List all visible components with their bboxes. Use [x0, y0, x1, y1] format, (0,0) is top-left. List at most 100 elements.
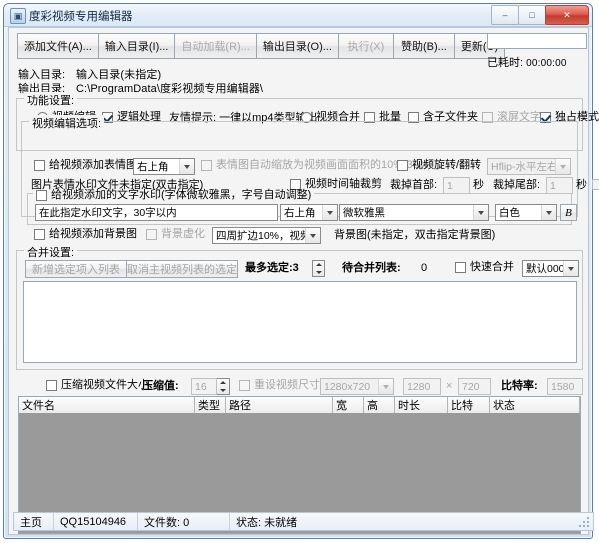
checkbox-rotate-flip[interactable]: 视频旋转/翻转: [397, 160, 481, 171]
sponsor-button[interactable]: 赞助(B)...: [393, 33, 455, 59]
emoji-position-combo[interactable]: 右上角: [133, 158, 195, 175]
trim-head-label: 裁掉首部:: [390, 180, 437, 191]
checkbox-resize-video-label: 重设视频尺寸: [254, 380, 320, 391]
status-qq: QQ15104946: [54, 513, 138, 530]
spinner-down-icon[interactable]: [313, 269, 324, 277]
width-input[interactable]: 1280: [403, 378, 441, 395]
checkbox-compress-file-size[interactable]: 压缩视频文件大小: [46, 380, 149, 391]
resize-grip-icon[interactable]: [579, 517, 591, 529]
spinner-down-icon[interactable]: [217, 387, 229, 395]
pending-merge-count: 0: [421, 263, 427, 274]
video-options-title: 视频编辑选项:: [29, 115, 104, 131]
checkbox-emoji-autoscale[interactable]: 表情图自动缩放为视频画面面积的10%-30%: [201, 160, 429, 171]
watermark-text-input[interactable]: 在此指定水印文字，30字以内: [35, 204, 278, 221]
window-controls: – □ ✕: [492, 5, 589, 25]
compress-value-input[interactable]: 16: [191, 378, 217, 395]
watermark-font-combo[interactable]: 微软雅黑: [339, 204, 489, 221]
auto-load-button[interactable]: 自动加载(R)...: [174, 33, 256, 59]
function-settings-title: 功能设置:: [24, 92, 77, 108]
app-icon: ▣: [10, 8, 26, 24]
emoji-position-value: 右上角: [134, 159, 179, 174]
checkbox-compress-file-size-label: 压缩视频文件大小: [61, 380, 149, 391]
max-select-spinner[interactable]: [312, 260, 325, 277]
output-directory-button[interactable]: 输出目录(O)...: [256, 33, 339, 59]
output-directory-value: C:\ProgramData\度彩视频专用编辑器\: [76, 83, 263, 95]
merge-naming-value: 默认0001递增命名: [523, 261, 563, 276]
checkbox-text-watermark-label: 给视频添加的文字水印(字体微软雅黑，字号自动调整): [51, 190, 311, 201]
elapsed-label: 已耗时:: [487, 57, 523, 69]
checkbox-background-blur-label: 背景虚化: [161, 229, 205, 240]
watermark-bold-button[interactable]: B: [560, 204, 577, 221]
app-root: ▣ 度彩视频专用编辑器 – □ ✕ 添加文件(A)... 输入目录(I)... …: [0, 0, 599, 543]
add-file-button[interactable]: 添加文件(A)...: [17, 33, 99, 59]
bitrate-label: 比特率:: [501, 381, 538, 392]
file-table-column-header[interactable]: 路径: [226, 397, 333, 413]
close-button[interactable]: ✕: [545, 5, 589, 25]
title-bar: ▣ 度彩视频专用编辑器 – □ ✕: [4, 4, 592, 27]
checkbox-add-background-indicator: [34, 229, 45, 240]
pending-merge-label: 待合并列表:: [342, 263, 401, 274]
watermark-color-value: 白色: [496, 205, 541, 220]
max-select-label: 最多选定:3: [245, 263, 299, 274]
minimize-button[interactable]: –: [491, 5, 519, 25]
file-table-column-header[interactable]: 类型: [195, 397, 226, 413]
checkbox-timeline-trim-label: 视频时间轴裁剪: [305, 179, 382, 190]
spinner-up-icon[interactable]: [217, 379, 229, 387]
file-table-column-header[interactable]: 高: [364, 397, 395, 413]
checkbox-resize-video-indicator: [239, 380, 250, 391]
file-table-column-header[interactable]: 时长: [395, 397, 448, 413]
checkbox-add-background[interactable]: 给视频添加背景图: [34, 229, 137, 240]
chevron-down-icon: [305, 228, 320, 243]
trim-head-input[interactable]: 1: [443, 177, 470, 194]
dimension-separator: ×: [446, 381, 452, 392]
watermark-color-combo[interactable]: 白色: [495, 204, 557, 221]
height-input[interactable]: 720: [458, 378, 491, 395]
checkbox-quick-merge[interactable]: 快速合并: [455, 262, 514, 273]
merge-list-box[interactable]: [23, 281, 577, 363]
checkbox-add-background-label: 给视频添加背景图: [49, 229, 137, 240]
file-table-column-header[interactable]: 宽: [333, 397, 364, 413]
checkbox-add-emoji[interactable]: 给视频添加表情图: [34, 160, 137, 171]
checkbox-resize-video[interactable]: 重设视频尺寸: [239, 380, 320, 391]
file-table-column-header[interactable]: 文件名: [19, 397, 195, 413]
checkbox-trim-percent-indicator: [592, 179, 599, 190]
file-table-column-header[interactable]: 比特: [448, 397, 490, 413]
rotate-flip-combo[interactable]: Hflip-水平左右翻转: [487, 158, 571, 175]
trim-tail-input[interactable]: 1: [546, 177, 573, 194]
chevron-down-icon: [378, 379, 393, 394]
add-selected-to-list-button[interactable]: 新增选定项入列表: [25, 260, 127, 278]
background-hint[interactable]: 背景图(未指定，双击指定背景图): [334, 230, 495, 241]
background-mode-combo[interactable]: 四周扩边10%，视频居中: [212, 227, 321, 244]
checkbox-text-watermark[interactable]: 给视频添加的文字水印(字体微软雅黑，字号自动调整): [33, 190, 314, 201]
status-bar: 主页 QQ15104946 文件数: 0 状态: 未就绪: [13, 512, 594, 531]
main-window: ▣ 度彩视频专用编辑器 – □ ✕ 添加文件(A)... 输入目录(I)... …: [3, 3, 593, 539]
cancel-main-list-selection-button[interactable]: 取消主视频列表的选定: [126, 260, 238, 278]
progress-bar: [487, 33, 587, 49]
file-table-column-header[interactable]: 状态: [490, 397, 580, 413]
checkbox-background-blur[interactable]: 背景虚化: [146, 229, 205, 240]
checkbox-background-blur-indicator: [146, 229, 157, 240]
checkbox-trim-percent[interactable]: %: [592, 179, 599, 190]
checkbox-add-emoji-indicator: [34, 160, 45, 171]
resolution-combo[interactable]: 1280x720: [320, 378, 394, 395]
compress-value-label: 压缩值:: [142, 381, 179, 392]
execute-button[interactable]: 执行(X): [338, 33, 394, 59]
trim-tail-label: 裁掉尾部:: [493, 180, 540, 191]
watermark-position-combo[interactable]: 右上角: [280, 204, 338, 221]
spinner-up-icon[interactable]: [313, 261, 324, 269]
watermark-position-value: 右上角: [281, 205, 322, 220]
checkbox-emoji-autoscale-indicator: [201, 160, 212, 171]
trim-tail-unit: 秒: [576, 180, 587, 191]
chevron-down-icon: [555, 159, 570, 174]
file-table-header: 文件名类型路径宽高时长比特状态: [19, 397, 580, 414]
compress-value-spinner[interactable]: [217, 378, 230, 395]
maximize-button[interactable]: □: [518, 5, 546, 25]
merge-naming-combo[interactable]: 默认0001递增命名: [522, 260, 579, 277]
bitrate-input[interactable]: 1580: [547, 378, 583, 395]
elapsed-value: 00:00:00: [526, 58, 567, 69]
checkbox-quick-merge-label: 快速合并: [470, 262, 514, 273]
status-home-link[interactable]: 主页: [14, 513, 54, 530]
chevron-down-icon: [322, 205, 337, 220]
window-title: 度彩视频专用编辑器: [29, 8, 133, 24]
input-directory-button[interactable]: 输入目录(I)...: [98, 33, 176, 59]
